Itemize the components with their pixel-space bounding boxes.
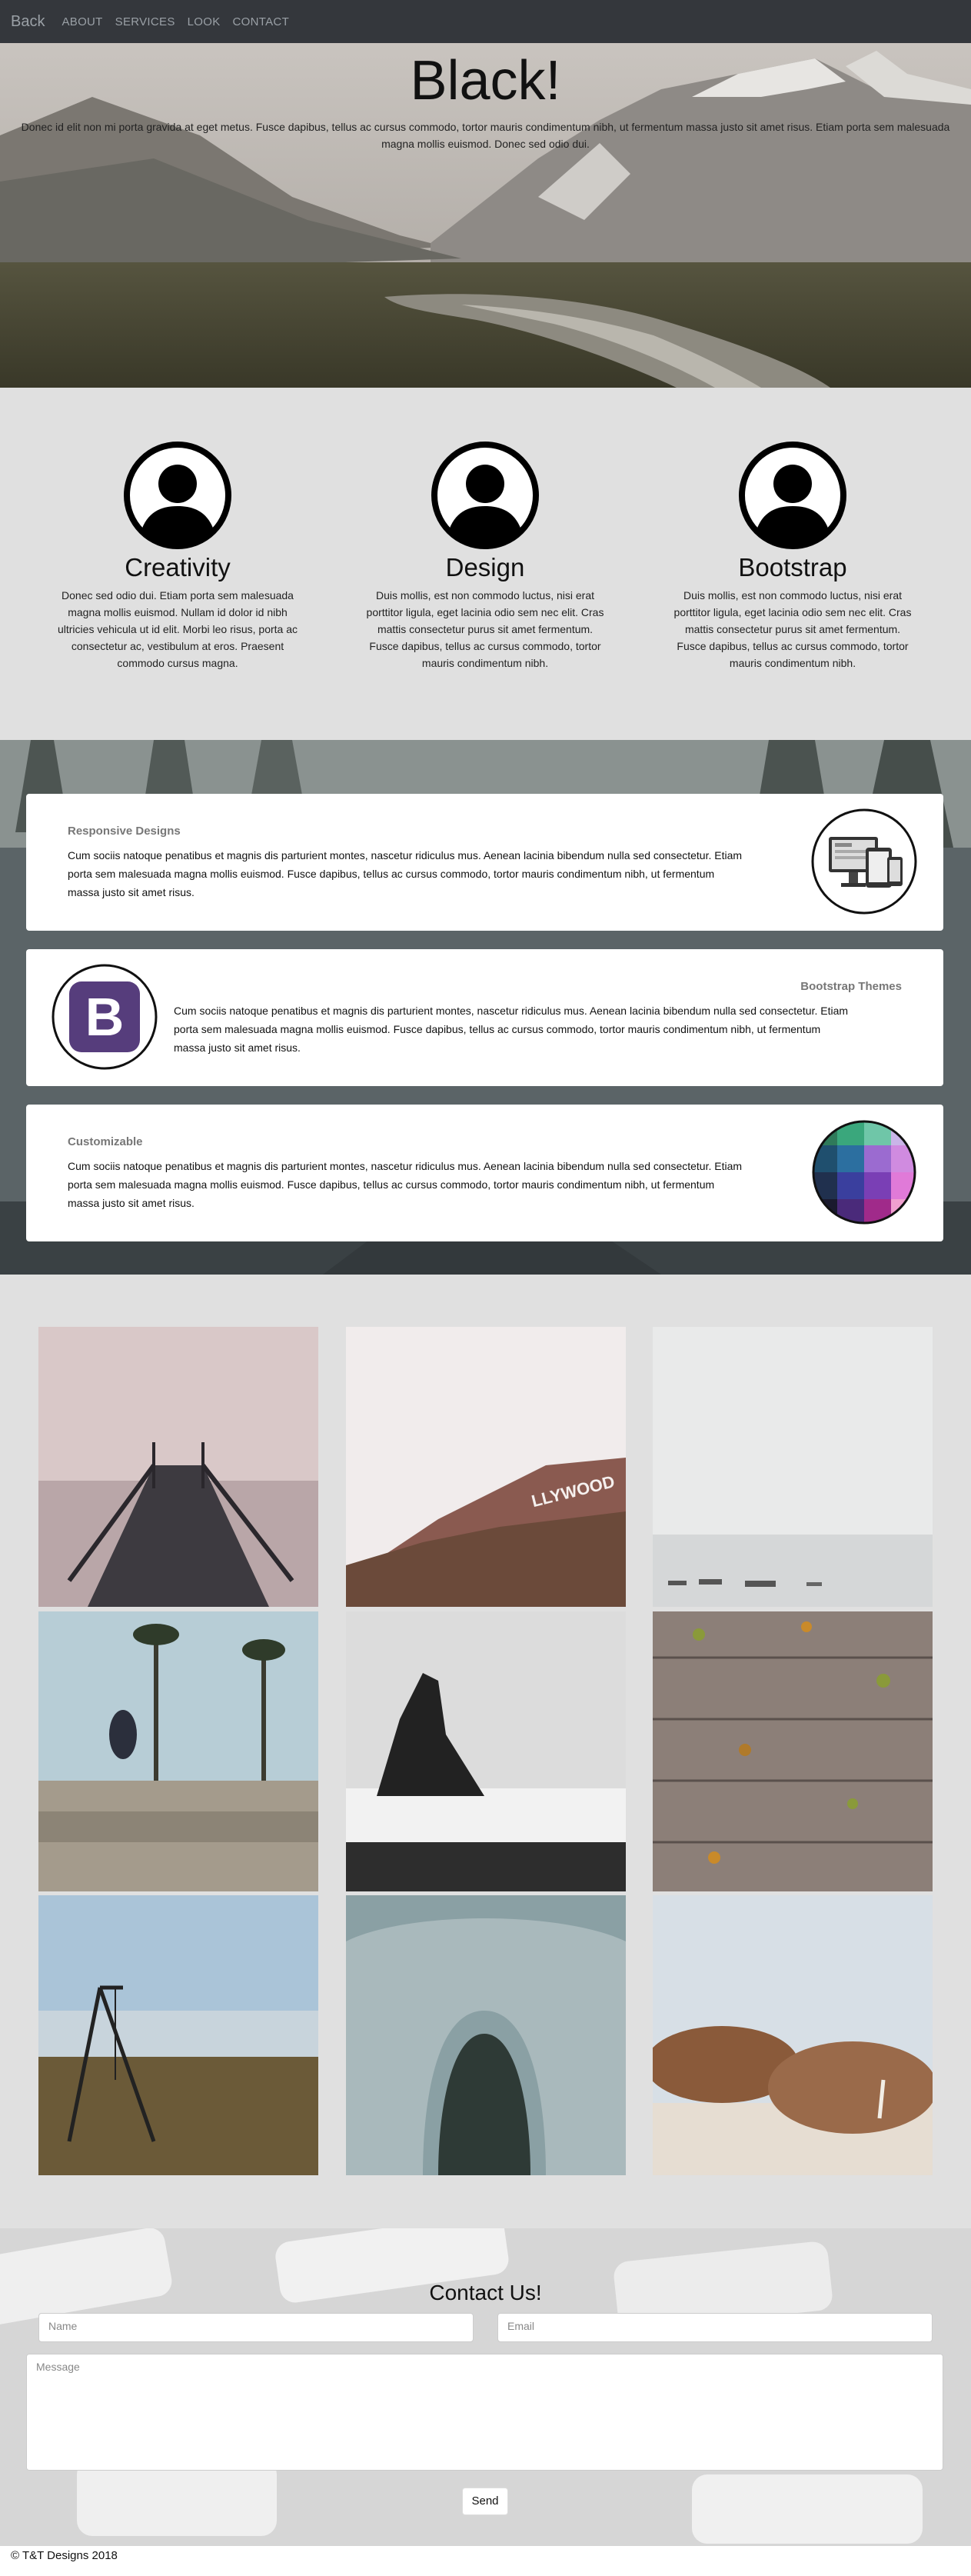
hero-section: Black! Donec id elit non mi porta gravid… (0, 43, 971, 388)
hero-text: Donec id elit non mi porta gravida at eg… (21, 121, 950, 150)
feature-text: Duis mollis, est non commodo luctus, nis… (673, 589, 912, 669)
devices-icon (811, 808, 917, 915)
foggy-boats-photo[interactable] (653, 1327, 933, 1607)
contact-title: Contact Us! (429, 2281, 542, 2304)
skateboarder-photo[interactable] (38, 1611, 318, 1891)
navbar: Back ABOUT SERVICES LOOK CONTACT (0, 0, 971, 43)
feature-title: Design (445, 553, 525, 582)
hollywood-hills-photo[interactable]: LLYWOOD (346, 1327, 626, 1607)
hero-title: Black! (410, 50, 561, 112)
card-bootstrap-themes: B Bootstrap Themes Cum sociis natoque pe… (26, 949, 943, 1086)
card-text: Cum sociis natoque penatibus et magnis d… (68, 1160, 743, 1209)
card-text: Cum sociis natoque penatibus et magnis d… (174, 1005, 849, 1054)
gallery-section: LLYWOOD (0, 1275, 971, 2228)
name-input[interactable]: Name (38, 2313, 474, 2342)
nav-link-about[interactable]: ABOUT (62, 15, 102, 28)
person-avatar-icon (739, 442, 846, 549)
card-text: Cum sociis natoque penatibus et magnis d… (68, 849, 743, 898)
feature-text: Duis mollis, est non commodo luctus, nis… (366, 589, 604, 669)
features-section: Creativity Donec sed odio dui. Etiam por… (0, 388, 971, 740)
nav-link-services[interactable]: SERVICES (115, 15, 175, 28)
person-avatar-icon (431, 442, 539, 549)
card-title: Customizable (68, 1135, 143, 1148)
email-input[interactable]: Email (497, 2313, 933, 2342)
feature-bootstrap: Bootstrap Duis mollis, est non commodo l… (647, 442, 939, 671)
card-customizable: Customizable Cum sociis natoque penatibu… (26, 1105, 943, 1241)
pier-photo[interactable] (38, 1327, 318, 1607)
bootstrap-logo-icon: B (52, 964, 158, 1070)
swing-photo[interactable] (38, 1895, 318, 2175)
feature-title: Bootstrap (738, 553, 847, 582)
footer: © T&T Designs 2018 (0, 2546, 971, 2576)
rock-arch-photo[interactable] (346, 1895, 626, 2175)
card-title: Responsive Designs (68, 825, 181, 838)
footer-copyright: © T&T Designs 2018 (11, 2549, 118, 2562)
feature-creativity: Creativity Donec sed odio dui. Etiam por… (32, 442, 324, 671)
message-textarea[interactable]: Message (26, 2354, 943, 2471)
sea-rock-photo[interactable] (346, 1611, 626, 1891)
feature-title: Creativity (125, 553, 231, 582)
nav-link-contact[interactable]: CONTACT (233, 15, 289, 28)
feature-design: Design Duis mollis, est non commodo luct… (339, 442, 631, 671)
send-button[interactable]: Send (462, 2488, 508, 2515)
card-title: Bootstrap Themes (800, 980, 902, 993)
card-responsive-designs: Responsive Designs Cum sociis natoque pe… (26, 794, 943, 931)
feature-text: Donec sed odio dui. Etiam porta sem male… (57, 589, 298, 669)
brand-link[interactable]: Back (11, 13, 45, 31)
color-palette-icon (812, 1120, 916, 1225)
person-avatar-icon (124, 442, 231, 549)
cards-section: Responsive Designs Cum sociis natoque pe… (0, 740, 971, 1275)
wooden-deck-leaves-photo[interactable] (653, 1611, 933, 1891)
nav-link-look[interactable]: LOOK (188, 15, 221, 28)
contact-section: Contact Us! Name Email Message Send (0, 2228, 971, 2546)
bootstrap-logo-letter: B (85, 987, 125, 1047)
walrus-photo[interactable] (653, 1895, 933, 2175)
